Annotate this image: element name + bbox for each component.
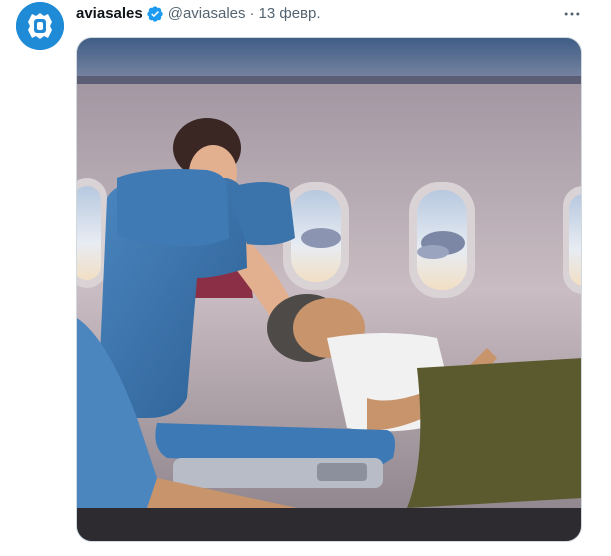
- author-handle[interactable]: @aviasales: [168, 4, 246, 24]
- avatar[interactable]: [16, 2, 64, 50]
- more-horizontal-icon: [564, 12, 580, 16]
- aviasales-logo-icon: [16, 2, 64, 50]
- more-options-button[interactable]: [560, 4, 584, 24]
- author-name[interactable]: aviasales: [76, 4, 143, 24]
- tweet-header: aviasales @aviasales · 13 февр.: [76, 4, 321, 24]
- separator-dot: ·: [249, 5, 255, 22]
- tweet-image[interactable]: [76, 37, 582, 542]
- tweet-date[interactable]: 13 февр.: [259, 4, 321, 24]
- tweet: aviasales @aviasales · 13 февр.: [0, 0, 611, 556]
- verified-badge-icon: [146, 5, 164, 23]
- airplane-cabin-illustration: [77, 38, 581, 541]
